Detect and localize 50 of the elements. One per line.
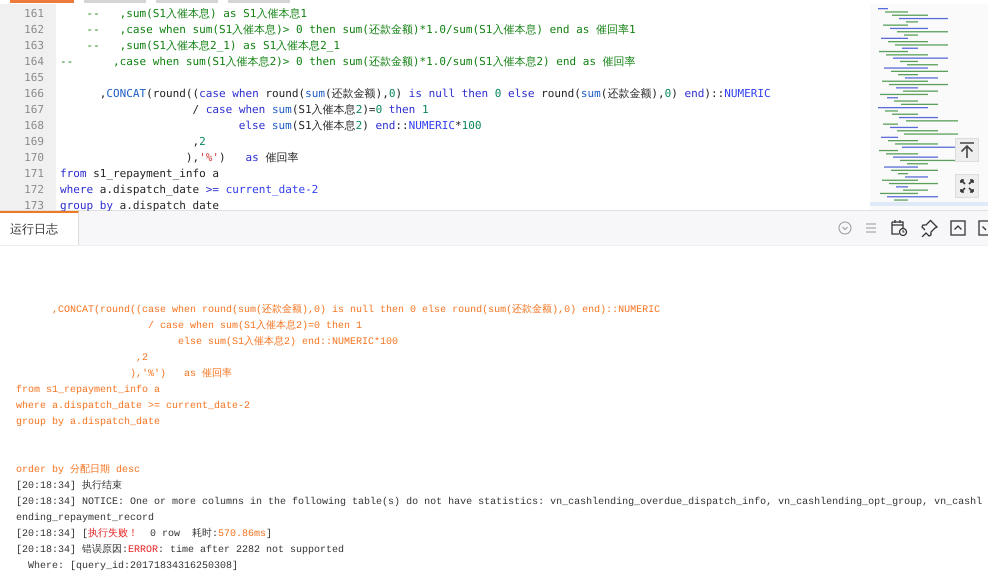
log-sql-line: group by a.dispatch_date — [16, 416, 162, 430]
line-number: 164 — [23, 54, 45, 70]
line-number: 172 — [23, 182, 45, 198]
line-number: 169 — [23, 134, 45, 150]
log-sql-line: where a.dispatch_date >= current_date-2 — [16, 400, 252, 414]
code-line: / case when sum(S1入催本息2)=0 then 1 — [191, 102, 429, 118]
collapse-down-icon[interactable] — [978, 220, 988, 236]
line-number: 170 — [23, 150, 45, 166]
fullscreen-button[interactable] — [955, 174, 979, 198]
minimap-drawing[interactable] — [870, 4, 988, 210]
log-sql-line: else sum(S1入催本息2) end::NUMERIC*100 — [177, 335, 400, 350]
line-number: 163 — [23, 38, 45, 54]
line-number: 162 — [23, 22, 45, 38]
log-sql-line: ,2 — [135, 352, 150, 366]
line-number: 168 — [23, 118, 45, 134]
log-entry: [20:18:34] 执行结束 — [16, 479, 124, 494]
calendar-clock-icon[interactable] — [890, 219, 908, 237]
line-number: 173 — [23, 198, 45, 214]
arrow-up-icon — [958, 141, 976, 159]
code-line: ),'%') as 催回率 — [184, 150, 298, 166]
log-sql-line: order by 分配日期 desc — [16, 463, 142, 478]
line-number: 165 — [23, 70, 45, 86]
log-tab[interactable]: 运行日志 — [0, 211, 79, 245]
code-line: -- ,sum(S1入催本息) as S1入催本息1 — [85, 6, 307, 22]
line-number: 167 — [23, 102, 45, 118]
log-sql-line: from s1_repayment_info a — [16, 384, 162, 398]
line-number: 171 — [23, 166, 45, 182]
chevron-down-circle-icon[interactable] — [838, 221, 852, 235]
code-line: -- ,case when sum(S1入催本息2)> 0 then sum(还款金额)*1.0/sum(S1入催本息2) end as 催回率 — [60, 54, 636, 70]
code-line: group by a.dispatch_date — [60, 198, 219, 214]
log-entry: [20:18:34] 错误原因:ERROR: time after 2282 not supported — [16, 543, 346, 558]
log-entry: Where: [query_id:20171834316250308] — [27, 560, 240, 574]
collapse-up-icon[interactable] — [950, 220, 966, 236]
scroll-to-top-button[interactable] — [955, 138, 979, 162]
code-line: from s1_repayment_info a — [60, 166, 219, 182]
code-line: -- ,case when sum(S1入催本息)> 0 then sum(还款金额)*1.0/sum(S1入催本息) end as 催回率1 — [85, 22, 636, 38]
code-line: -- ,sum(S1入催本息2_1) as S1入催本息2_1 — [85, 38, 340, 54]
line-number: 166 — [23, 86, 45, 102]
pin-icon[interactable] — [920, 219, 938, 237]
code-line: else sum(S1入催本息2) end::NUMERIC*100 — [238, 118, 482, 134]
code-line: ,2 — [191, 134, 206, 150]
code-line: where a.dispatch_date >= current_date-2 — [60, 182, 318, 198]
log-entry: [20:18:34] NOTICE: One or more columns in the following table(s) do not have statistics: vn_cashlending_overdue_dispatch_info, vn_cashlending_opt_group, vn_cashlending_repayment_record — [16, 496, 984, 526]
code-line: ,CONCAT(round((case when round(sum(还款金额),0) is null then 0 else round(sum(还款金额),0) end)::NUMERIC — [98, 86, 771, 102]
expand-icon — [959, 178, 975, 194]
log-entry: [20:18:34] [执行失败！ 0 row 耗时:570.86ms] — [16, 527, 274, 542]
line-number: 161 — [23, 6, 45, 22]
log-sql-line: / case when sum(S1入催本息2)=0 then 1 — [147, 319, 364, 334]
log-sql-line: ,CONCAT(round((case when round(sum(还款金额),0) is null then 0 else round(sum(还款金额),0) end)::NUMERIC — [51, 303, 662, 318]
log-sql-line: ),'%') as 催回率 — [129, 367, 234, 382]
